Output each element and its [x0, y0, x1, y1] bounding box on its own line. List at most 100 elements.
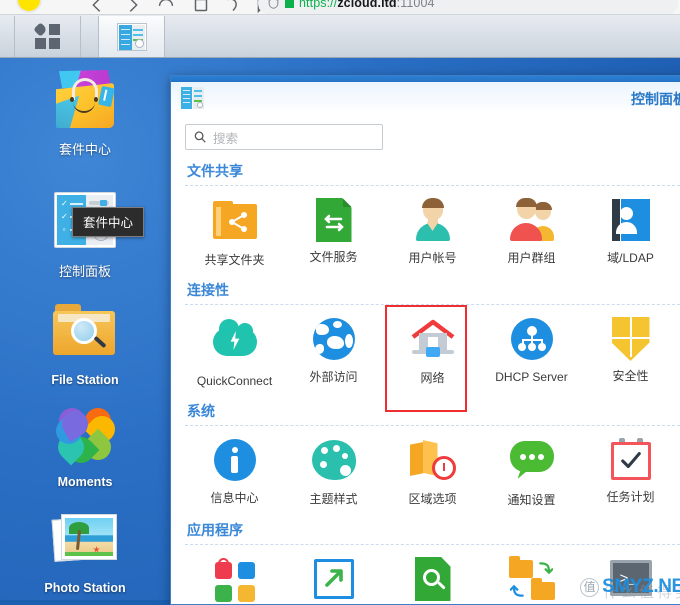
cp-item-user-account[interactable]: 用户帐号 [383, 197, 482, 267]
cp-item-label: 用户帐号 [408, 251, 457, 265]
shared-folder-icon [212, 201, 258, 247]
back-arrow-icon[interactable] [86, 0, 108, 14]
desktop-item-label: Photo Station [44, 581, 126, 595]
stop-square-icon[interactable] [190, 0, 212, 14]
lock-icon [285, 0, 294, 8]
url-port: :11004 [396, 0, 435, 10]
tooltip-package-center: 套件中心 [72, 207, 145, 237]
desktop-item-photo-station[interactable]: Photo Station [0, 508, 170, 595]
cp-item-label: 任务计划 [606, 490, 655, 504]
security-icon [608, 317, 654, 363]
cp-item-theme[interactable]: 主题样式 [284, 437, 383, 507]
control-panel-icon [181, 87, 204, 109]
cp-item-application-portal[interactable]: 应用程序门户 [284, 556, 383, 604]
desktop-item-label: 套件中心 [58, 142, 111, 157]
package-center-icon [32, 21, 61, 50]
indexing-service-icon [410, 557, 456, 603]
shared-folder-sync-icon [508, 556, 555, 604]
url-text: https://zcloud.ltd:11004 [299, 0, 435, 10]
notification-icon [509, 441, 555, 487]
cp-item-label: DHCP Server [495, 370, 568, 384]
reload-icon[interactable] [155, 0, 177, 14]
url-host: zcloud.ltd [337, 0, 397, 10]
moments-icon [50, 402, 121, 470]
page-title: 控制面板 [631, 91, 680, 107]
cp-item-label: 外部访问 [309, 370, 358, 384]
desktop-item-label: File Station [51, 373, 119, 387]
task-scheduler-icon [608, 438, 654, 484]
url-scheme: https:// [299, 0, 338, 10]
section-title-applications: 应用程序 [187, 522, 243, 538]
section-grid-file-sharing: 共享文件夹 文件服务 用户帐号 用户群组 域/LDAP [185, 186, 680, 269]
cp-item-dhcp-server[interactable]: DHCP Server [482, 316, 581, 388]
desktop-item-file-station[interactable]: File Station [0, 298, 170, 387]
address-bar[interactable]: https://zcloud.ltd:11004 [258, 0, 678, 14]
cp-item-domain-ldap[interactable]: 域/LDAP [581, 197, 680, 267]
taskbar-item-package-center[interactable] [14, 16, 81, 57]
cp-item-shared-folder-sync[interactable]: 共享文件夹同步 [482, 556, 581, 604]
control-panel-icon [116, 22, 147, 51]
cp-item-label: 域/LDAP [607, 251, 654, 265]
cp-item-task-scheduler[interactable]: 任务计划 [581, 437, 680, 507]
domain-ldap-icon [608, 199, 654, 245]
desktop-item-package-center[interactable]: 套件中心 [0, 70, 170, 158]
cp-item-label: 区域选项 [408, 492, 457, 506]
cp-item-quickconnect[interactable]: QuickConnect [185, 316, 284, 388]
control-panel-window: 控制面板 搜索 文件共享 [170, 75, 680, 605]
history-arrow-icon[interactable] [222, 0, 244, 14]
regional-options-icon [409, 440, 456, 486]
cp-item-shared-folder[interactable]: 共享文件夹 [185, 197, 284, 267]
cp-item-label: 主题样式 [309, 492, 358, 506]
cp-item-security[interactable]: 安全性 [581, 316, 680, 388]
cp-item-label: 网络 [420, 371, 445, 385]
cp-item-label: 通知设置 [507, 493, 556, 507]
package-center-icon [53, 70, 117, 134]
taskbar-item-control-panel[interactable] [98, 16, 165, 57]
cp-item-privileges[interactable]: 权限 [185, 556, 284, 604]
search-input[interactable]: 搜索 [185, 124, 383, 150]
cp-item-network[interactable]: 网络 [383, 305, 482, 412]
cp-item-indexing-service[interactable]: 索引服务 [383, 556, 482, 604]
file-station-icon [53, 304, 117, 368]
cp-item-label: 用户群组 [507, 251, 556, 265]
desktop-item-label: Moments [57, 475, 113, 489]
photo-station-icon [51, 512, 117, 576]
cp-item-label: 安全性 [612, 369, 649, 383]
control-panel-header: 控制面板 [171, 82, 680, 115]
cp-item-label: QuickConnect [196, 374, 273, 388]
cp-item-file-services[interactable]: 文件服务 [284, 197, 383, 267]
section-title-file-sharing: 文件共享 [187, 163, 243, 179]
cp-item-regional-options[interactable]: 区域选项 [383, 437, 482, 507]
theme-icon [311, 440, 357, 486]
user-group-icon [509, 198, 555, 245]
external-access-icon [311, 318, 357, 364]
cp-item-external-access[interactable]: 外部访问 [284, 316, 383, 388]
profile-avatar-icon[interactable] [16, 0, 42, 13]
desktop-item-moments[interactable]: Moments [0, 402, 170, 489]
browser-toolbar: https://zcloud.ltd:11004 [0, 0, 680, 15]
cp-item-info-center[interactable]: 信息中心 [185, 437, 284, 507]
search-icon [193, 130, 207, 144]
cp-item-label: 文件服务 [309, 250, 358, 264]
search-placeholder: 搜索 [213, 131, 239, 146]
desktop-icon-column: 套件中心 ✓ ✓ ▫ 控制面板 File Station Moments Pho… [0, 58, 170, 600]
dhcp-server-icon [509, 318, 555, 364]
section-title-connectivity: 连接性 [187, 282, 229, 298]
dsm-taskbar [0, 15, 680, 58]
privileges-icon [212, 558, 258, 604]
cp-item-label: 共享文件夹 [204, 253, 265, 267]
forward-arrow-icon[interactable] [122, 0, 144, 14]
user-account-icon [410, 198, 456, 245]
desktop-item-label: 控制面板 [58, 264, 111, 279]
cp-item-user-group[interactable]: 用户群组 [482, 197, 581, 267]
info-center-icon [212, 439, 258, 485]
quickconnect-icon [212, 319, 258, 368]
section-grid-connectivity: QuickConnect 外部访问 网络 DHCP Server 安全性 [185, 305, 680, 412]
file-service-icon [311, 198, 357, 244]
application-portal-icon [311, 559, 357, 604]
control-panel-body: 搜索 文件共享 共享文件夹 文件服务 用户帐号 用户群组 域/LDAP 连接性 … [171, 115, 680, 604]
section-title-system: 系统 [187, 403, 215, 419]
section-grid-system: 信息中心 主题样式 区域选项 通知设置 任务计划 [185, 426, 680, 509]
network-icon [410, 319, 456, 365]
cp-item-notification[interactable]: 通知设置 [482, 437, 581, 507]
